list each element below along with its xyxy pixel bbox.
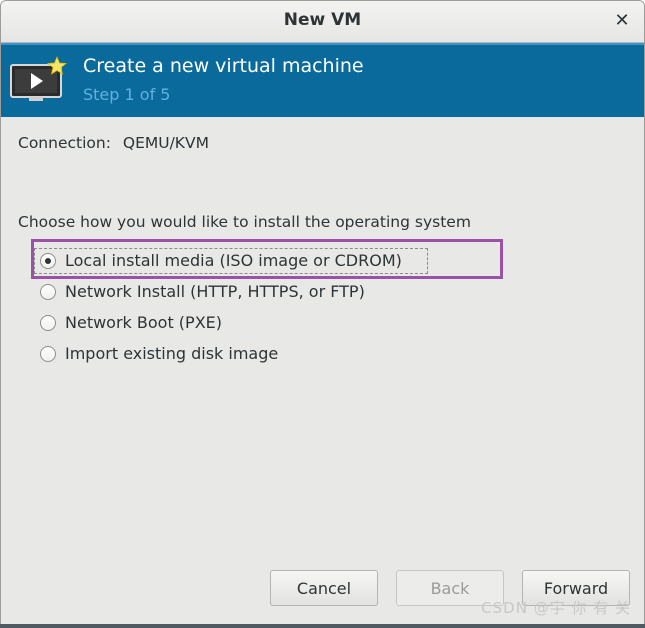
- radio-network-install[interactable]: Network Install (HTTP, HTTPS, or FTP): [40, 276, 402, 307]
- radio-network-boot[interactable]: Network Boot (PXE): [40, 307, 402, 338]
- install-method-prompt: Choose how you would like to install the…: [18, 213, 471, 231]
- radio-button-checked[interactable]: [40, 252, 56, 269]
- connection-value: QEMU/KVM: [122, 134, 209, 152]
- title-bar[interactable]: New VM ✕: [1, 1, 644, 43]
- connection-info: Connection: QEMU/KVM: [18, 134, 209, 152]
- window-title: New VM: [283, 10, 362, 30]
- new-vm-dialog: New VM ✕ Create a new virtual machine St…: [0, 0, 645, 626]
- wizard-title: Create a new virtual machine: [83, 55, 364, 77]
- watermark: CSDN @宇 你 有 关: [481, 599, 631, 617]
- radio-button[interactable]: [40, 314, 56, 331]
- cancel-button[interactable]: Cancel: [270, 570, 378, 606]
- radio-import-disk-image[interactable]: Import existing disk image: [40, 338, 402, 369]
- virtual-machine-new-icon: [10, 55, 68, 101]
- radio-button[interactable]: [40, 345, 56, 362]
- wizard-step: Step 1 of 5: [83, 85, 171, 104]
- wizard-header: Create a new virtual machine Step 1 of 5: [1, 43, 644, 117]
- install-method-options: Local install media (ISO image or CDROM)…: [34, 245, 428, 369]
- close-icon[interactable]: ✕: [610, 9, 634, 33]
- radio-label: Local install media (ISO image or CDROM): [65, 251, 402, 270]
- radio-label: Network Install (HTTP, HTTPS, or FTP): [65, 282, 365, 301]
- radio-button[interactable]: [40, 283, 56, 300]
- desktop-strip: [0, 624, 645, 628]
- radio-label: Import existing disk image: [65, 344, 279, 363]
- radio-label: Network Boot (PXE): [65, 313, 223, 332]
- connection-label: Connection:: [18, 134, 111, 152]
- radio-local-install-media[interactable]: Local install media (ISO image or CDROM): [34, 245, 428, 276]
